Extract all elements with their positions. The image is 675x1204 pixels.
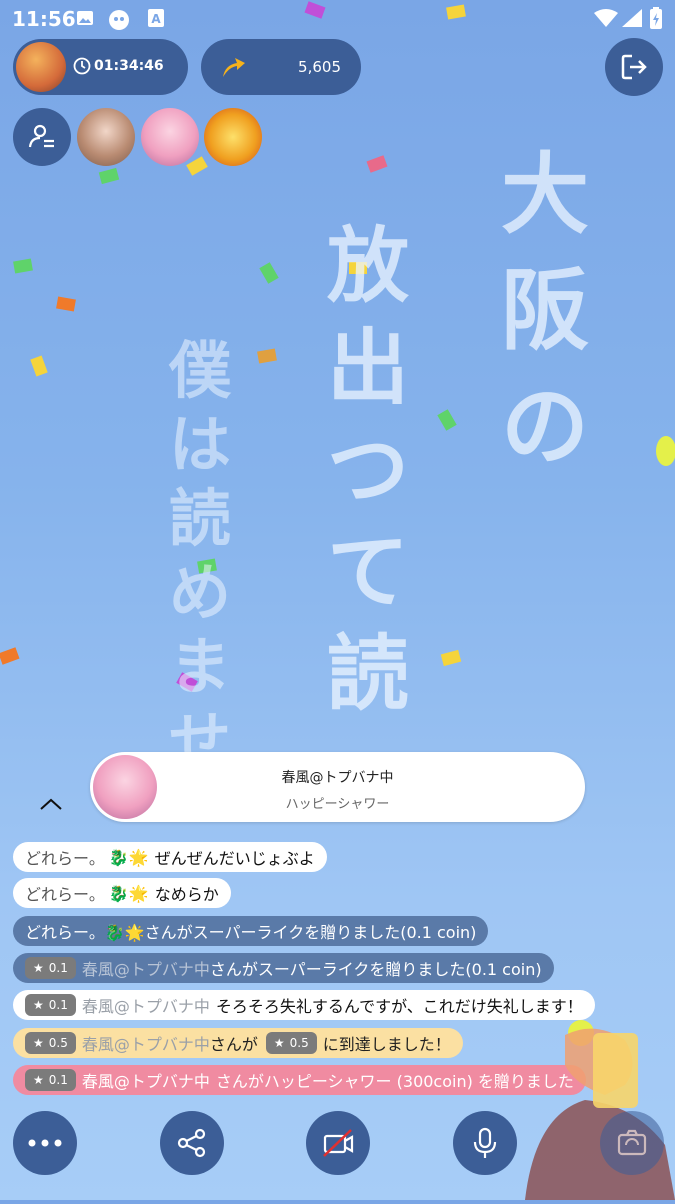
collapse-chevron-icon[interactable]: [38, 796, 64, 816]
host-info-pill[interactable]: 01:34:46: [13, 39, 188, 95]
star-icon: ★: [33, 961, 44, 975]
share-button[interactable]: [160, 1111, 224, 1175]
microphone-button[interactable]: [453, 1111, 517, 1175]
camera-toggle-button[interactable]: [306, 1111, 370, 1175]
keyboard-a-icon: A: [148, 9, 164, 31]
star-icon: ★: [33, 998, 44, 1012]
viewer-list-button[interactable]: [13, 108, 71, 166]
chat-message-1: どれらー。 🐉🌟 ぜんぜんだいじょぶよ: [13, 842, 327, 872]
clock-icon: [73, 57, 91, 79]
gift-name: ハッピーシャワー: [285, 797, 390, 812]
star-icon: ★: [273, 1036, 285, 1050]
chat-text: さんが: [209, 1035, 258, 1054]
svg-text:A: A: [151, 12, 161, 26]
rising-arrow-icon: [219, 53, 247, 85]
battery-icon: [650, 7, 662, 33]
chat-text: さんがスーパーライクを贈りました(0.1 coin): [209, 960, 542, 979]
wifi-icon: [594, 9, 618, 31]
signal-icon: [622, 9, 642, 31]
camera-rotate-icon: [617, 1129, 647, 1156]
chat-message-4: ★ 0.1 春風@トプバナ中 さんがスーパーライクを贈りました(0.1 coin): [13, 953, 554, 983]
gift-sender-name: 春風@トプバナ中: [281, 770, 394, 786]
chat-user: 春風@トプバナ中: [81, 997, 210, 1016]
status-time: 11:56: [12, 7, 76, 31]
exit-icon: [621, 54, 647, 80]
share-icon: [177, 1128, 206, 1158]
chat-text: そろそろ失礼するんですが、これだけ失礼します！: [215, 997, 583, 1016]
viewer-avatar-3[interactable]: [204, 108, 262, 166]
viewer-avatar-2[interactable]: [141, 108, 199, 166]
calligraphy-column-1: 大 阪 の: [500, 142, 589, 478]
star-icon: ★: [33, 1036, 44, 1050]
app-notification-icon: [108, 9, 130, 35]
calligraphy-column-3: 僕 は 読 め ま せ: [168, 334, 231, 777]
stream-timer: 01:34:46: [94, 58, 164, 74]
microphone-icon: [473, 1127, 497, 1158]
chat-text: なめらか: [154, 885, 219, 904]
level-badge: ★ 0.1: [25, 994, 76, 1016]
coin-count: 5,605: [298, 58, 341, 76]
calligraphy-column-2: 放 出 つ て 読: [326, 218, 409, 722]
chat-user: 春風@トプバナ中: [81, 1035, 210, 1054]
level-badge: ★ 0.5: [265, 1032, 317, 1054]
chat-message-3: どれらー。🐉🌟さんがスーパーライクを贈りました(0.1 coin): [13, 916, 489, 946]
coin-count-pill[interactable]: 5,605: [201, 39, 361, 95]
chat-text: どれらー。🐉🌟さんがスーパーライクを贈りました(0.1 coin): [25, 923, 477, 942]
chat-message-5: ★ 0.1 春風@トプバナ中 そろそろ失礼するんですが、これだけ失礼します！: [13, 990, 595, 1020]
star-icon: ★: [33, 1073, 44, 1087]
gift-banner: 春風@トプバナ中 ハッピーシャワー: [90, 752, 585, 822]
chat-message-6: ★ 0.5 春風@トプバナ中 さんが ★ 0.5 に到達しました！: [13, 1028, 463, 1058]
more-dots-icon: [28, 1139, 62, 1147]
more-options-button[interactable]: [13, 1111, 77, 1175]
chat-user-emoji: 🐉🌟: [108, 883, 149, 903]
chat-text: に到達しました！: [322, 1035, 451, 1054]
chat-message-7: ★ 0.1 春風@トプバナ中 さんがハッピーシャワー (300coin) を贈りま…: [13, 1065, 586, 1095]
user-list-icon: [28, 124, 54, 148]
chat-user: 春風@トプバナ中: [81, 1072, 210, 1091]
level-badge: ★ 0.5: [25, 1032, 76, 1054]
host-avatar[interactable]: [16, 42, 66, 92]
viewer-avatar-1[interactable]: [77, 108, 135, 166]
chat-user: 春風@トプバナ中: [81, 960, 210, 979]
chat-user: どれらー。: [25, 885, 105, 904]
chat-user: どれらー。: [25, 849, 105, 868]
level-badge: ★ 0.1: [25, 1069, 76, 1091]
character-art: [505, 1025, 675, 1200]
camera-off-icon: [323, 1129, 354, 1157]
chat-message-2: どれらー。 🐉🌟 なめらか: [13, 878, 231, 908]
gallery-icon: [76, 9, 94, 31]
level-badge: ★ 0.1: [25, 957, 76, 979]
chat-text: ぜんぜんだいじょぶよ: [154, 849, 315, 868]
chat-user-emoji: 🐉🌟: [108, 847, 149, 867]
exit-button[interactable]: [605, 38, 663, 96]
camera-switch-button[interactable]: [600, 1111, 664, 1175]
